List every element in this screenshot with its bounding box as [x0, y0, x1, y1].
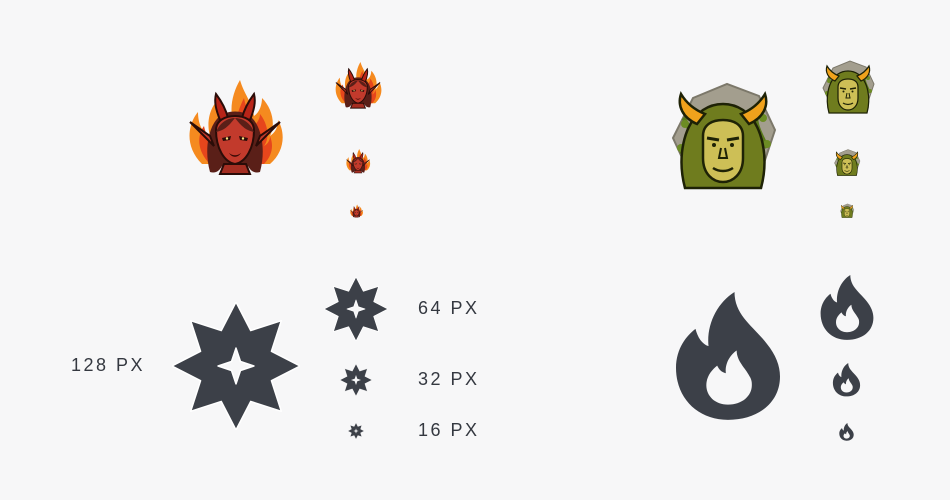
ogre-emote-64	[818, 58, 878, 118]
demon-emote-16	[349, 204, 364, 219]
star-badge-icon-32	[340, 364, 372, 396]
demon-emote-32	[344, 148, 372, 176]
flame-badge-icon-128	[673, 292, 783, 422]
star-badge-icon-16	[348, 423, 364, 439]
flame-badge-icon-16	[839, 423, 854, 441]
demon-emote-64	[331, 60, 385, 114]
demon-emote-128	[180, 76, 290, 186]
flame-badge-icon-64	[819, 275, 875, 341]
star-badge-icon-128	[172, 302, 300, 430]
size-label-128: 128 PX	[71, 355, 146, 375]
ogre-emote-16	[839, 203, 855, 219]
flame-badge-icon-32	[832, 363, 861, 397]
ogre-emote-32	[832, 148, 862, 178]
size-label-16: 16 PX	[418, 420, 480, 440]
star-badge-icon-64	[324, 277, 388, 341]
ogre-emote-128	[663, 78, 783, 198]
size-label-64: 64 PX	[418, 298, 480, 318]
size-label-32: 32 PX	[418, 369, 480, 389]
